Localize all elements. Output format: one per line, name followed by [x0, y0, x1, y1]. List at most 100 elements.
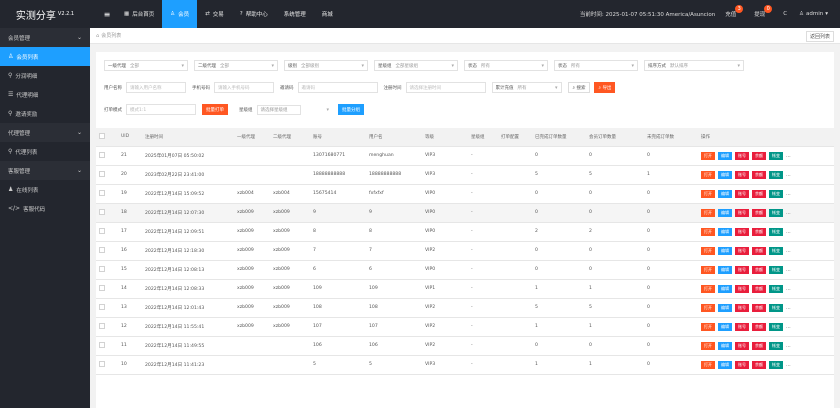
sidebar-item-7[interactable]: 客服管理 ⌄ [0, 161, 90, 180]
action-button-4[interactable]: 帐变 [769, 284, 783, 293]
more-actions[interactable]: ... [786, 267, 791, 273]
action-button-2[interactable]: 账号 [735, 151, 749, 160]
more-actions[interactable]: ... [786, 229, 791, 235]
row-checkbox[interactable] [99, 189, 105, 196]
sidebar-item-6[interactable]: ⚲ 代理列表 [0, 142, 90, 161]
action-button-1[interactable]: 编辑 [718, 151, 732, 160]
action-button-2[interactable]: 账号 [735, 208, 749, 217]
export-button[interactable]: ⌕ 导出 [594, 82, 616, 93]
action-button-4[interactable]: 帐变 [769, 151, 783, 160]
action-button-2[interactable]: 账号 [735, 284, 749, 293]
tab-current[interactable]: ⌂ 会员列表 [90, 32, 121, 40]
action-button-4[interactable]: 帐变 [769, 246, 783, 255]
action-button-4[interactable]: 帐变 [769, 322, 783, 331]
row-checkbox[interactable] [99, 322, 105, 329]
nav-item-5[interactable]: 商城 [314, 0, 341, 28]
row-checkbox[interactable] [99, 265, 105, 272]
filter-select-4[interactable]: 状态 所有 ▾ [464, 60, 548, 71]
action-button-0[interactable]: 打开 [701, 284, 715, 293]
action-button-3[interactable]: 余额 [752, 284, 766, 293]
action-button-1[interactable]: 编辑 [718, 246, 732, 255]
sidebar-item-8[interactable]: ♟ 在线列表 [0, 180, 90, 199]
withdraw-link[interactable]: 提现 0 [754, 5, 773, 18]
sidebar-item-0[interactable]: 会员管理 ⌄ [0, 28, 90, 47]
action-button-4[interactable]: 帐变 [769, 208, 783, 217]
action-button-1[interactable]: 编辑 [718, 170, 732, 179]
action-button-0[interactable]: 打开 [701, 189, 715, 198]
more-actions[interactable]: ... [786, 286, 791, 292]
more-actions[interactable]: ... [786, 172, 791, 178]
more-actions[interactable]: ... [786, 153, 791, 159]
more-actions[interactable]: ... [786, 343, 791, 349]
nav-item-2[interactable]: ⇄ 交易 [197, 0, 232, 28]
sidebar-item-9[interactable]: </> 客服代码 [0, 199, 90, 218]
batch-group-button[interactable]: 批量分组 [338, 104, 364, 115]
brand-logo[interactable]: 实测分享 V2.2.1 [0, 0, 90, 28]
more-actions[interactable]: ... [786, 362, 791, 368]
action-button-4[interactable]: 帐变 [769, 303, 783, 312]
action-button-2[interactable]: 账号 [735, 303, 749, 312]
sidebar-item-2[interactable]: ⚲ 分润明细 [0, 66, 90, 85]
action-button-3[interactable]: 余额 [752, 208, 766, 217]
nav-item-1[interactable]: ♙ 会员 [162, 0, 198, 28]
action-button-2[interactable]: 账号 [735, 170, 749, 179]
action-button-3[interactable]: 余额 [752, 189, 766, 198]
sidebar-item-1[interactable]: ♙ 会员列表 [0, 47, 90, 66]
filter-select-1[interactable]: 二级代理 全部 ▾ [194, 60, 278, 71]
back-list-button[interactable]: 返回列表 [805, 31, 834, 42]
action-button-1[interactable]: 编辑 [718, 265, 732, 274]
action-button-4[interactable]: 帐变 [769, 360, 783, 369]
table-row[interactable]: 17 2022年12月14日 12:09:51 xzb009 xzb009 8 8 VIP0… [96, 222, 834, 242]
action-button-0[interactable]: 打开 [701, 265, 715, 274]
action-button-4[interactable]: 帐变 [769, 265, 783, 274]
action-button-4[interactable]: 帐变 [769, 170, 783, 179]
row-checkbox[interactable] [99, 246, 105, 253]
action-button-1[interactable]: 编辑 [718, 284, 732, 293]
action-button-0[interactable]: 打开 [701, 303, 715, 312]
action-button-0[interactable]: 打开 [701, 360, 715, 369]
action-button-3[interactable]: 余额 [752, 341, 766, 350]
recharge-select[interactable]: 累计充值 所有 ▾ [491, 82, 562, 93]
row-checkbox[interactable] [99, 303, 105, 310]
batch-order-button[interactable]: 批量打单 [202, 104, 228, 115]
row-checkbox[interactable] [99, 227, 105, 234]
filter-select-0[interactable]: 一级代理 全部 ▾ [104, 60, 188, 71]
action-button-1[interactable]: 编辑 [718, 341, 732, 350]
sidebar-item-3[interactable]: ☰ 代理明细 [0, 85, 90, 104]
action-button-0[interactable]: 打开 [701, 151, 715, 160]
sidebar-item-5[interactable]: 代理管理 ⌄ [0, 123, 90, 142]
menu-toggle-icon[interactable]: ≡ [98, 0, 116, 28]
regtime-input[interactable]: 请选择注册时间 [405, 82, 486, 93]
action-button-2[interactable]: 账号 [735, 265, 749, 274]
action-button-2[interactable]: 账号 [735, 341, 749, 350]
phone-input[interactable]: 请输入手机号码 [214, 82, 274, 93]
row-checkbox[interactable] [99, 341, 105, 348]
user-menu[interactable]: ♙ admin ▾ [799, 11, 828, 17]
more-actions[interactable]: ... [786, 324, 791, 330]
action-button-3[interactable]: 余额 [752, 303, 766, 312]
filter-select-2[interactable]: 级别 全部级别 ▾ [284, 60, 368, 71]
more-actions[interactable]: ... [786, 191, 791, 197]
nav-item-4[interactable]: 系统管理 [276, 0, 314, 28]
action-button-4[interactable]: 帐变 [769, 189, 783, 198]
table-row[interactable]: 11 2022年12月14日 11:49:55 106 106 VIP2-0 0 0 打开 编辑… [96, 336, 834, 356]
action-button-3[interactable]: 余额 [752, 170, 766, 179]
action-button-3[interactable]: 余额 [752, 151, 766, 160]
row-checkbox[interactable] [99, 170, 105, 177]
table-row[interactable]: 21 2025年01月07日 05:50:02 13071680771 menghua… [96, 146, 834, 166]
table-row[interactable]: 13 2022年12月14日 12:01:43 xzb009 xzb009 108 108… [96, 298, 834, 318]
row-checkbox[interactable] [99, 151, 105, 158]
action-button-2[interactable]: 账号 [735, 360, 749, 369]
row-checkbox[interactable] [99, 208, 105, 215]
action-button-2[interactable]: 账号 [735, 322, 749, 331]
action-button-3[interactable]: 余额 [752, 322, 766, 331]
action-button-1[interactable]: 编辑 [718, 189, 732, 198]
filter-select-3[interactable]: 星级组 全部星级组 ▾ [374, 60, 458, 71]
table-row[interactable]: 18 2022年12月14日 12:07:30 xzb009 xzb009 9 9 VIP0… [96, 203, 834, 223]
action-button-2[interactable]: 账号 [735, 189, 749, 198]
table-row[interactable]: 20 2023年02月22日 23:41:00 18888888888 1888888… [96, 165, 834, 185]
filter-select-5[interactable]: 状态 所有 ▾ [554, 60, 638, 71]
action-button-3[interactable]: 余额 [752, 227, 766, 236]
more-actions[interactable]: ... [786, 210, 791, 216]
action-button-1[interactable]: 编辑 [718, 208, 732, 217]
